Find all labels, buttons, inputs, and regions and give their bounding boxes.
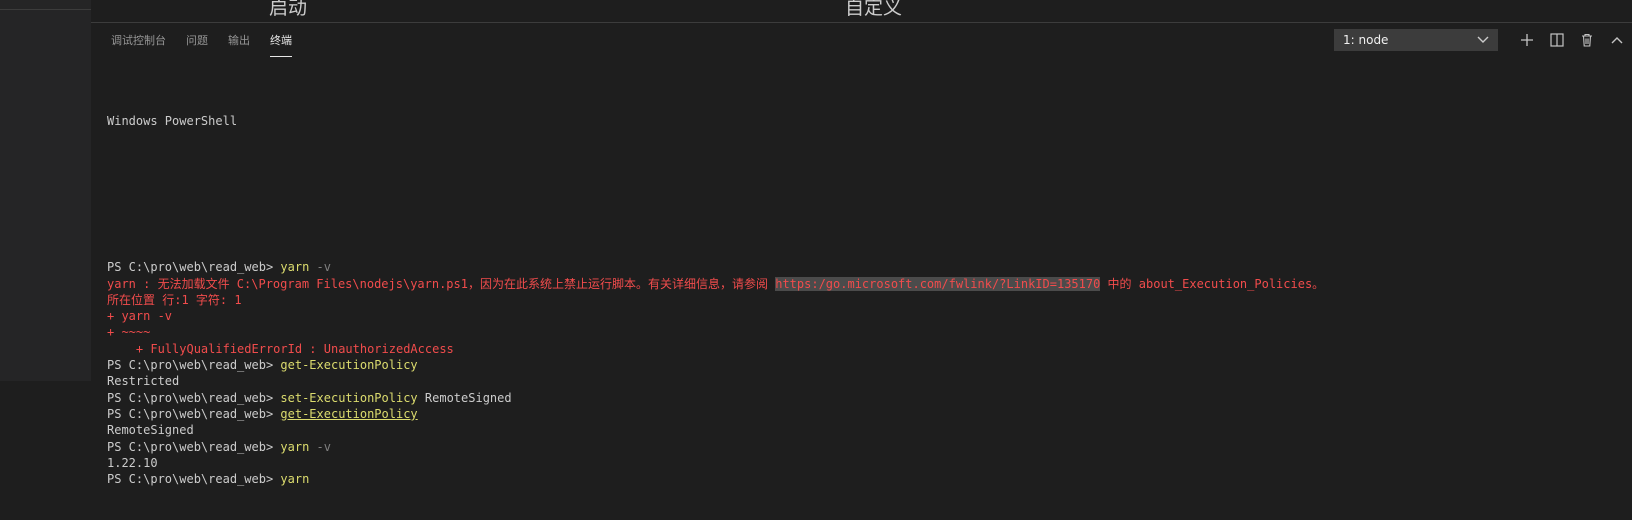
sidebar-divider	[0, 9, 91, 10]
terminal-command: yarn	[280, 260, 310, 275]
terminal-argument: -v	[309, 260, 331, 275]
terminal-error-text: 中的 about_Execution_Policies。	[1100, 276, 1325, 291]
terminal-link[interactable]: https:/go.microsoft.com/fwlink/?LinkID=1…	[775, 276, 1101, 291]
terminal-output[interactable]: Windows PowerShell PS C:\pro\web\read_we…	[107, 80, 1632, 520]
terminal-prompt: PS C:\pro\web\read_web>	[107, 406, 281, 421]
plus-icon[interactable]	[1516, 29, 1538, 51]
terminal-prompt: PS C:\pro\web\read_web>	[107, 358, 281, 373]
tab-terminal[interactable]: 终端	[270, 24, 292, 57]
terminal-error-line: + ~~~~	[107, 325, 151, 340]
terminal-prompt: PS C:\pro\web\read_web>	[107, 439, 281, 454]
terminal-prompt: PS C:\pro\web\read_web>	[107, 472, 281, 487]
terminal-command: set-ExecutionPolicy	[280, 390, 418, 405]
terminal-line: 所在位置 行:1 字符: 1	[107, 292, 1632, 308]
terminal-command: yarn	[280, 472, 310, 487]
terminal-error-text: yarn : 无法加载文件 C:\Program Files\nodejs\ya…	[107, 276, 776, 291]
editor-text-fragment-left: 启动	[269, 0, 308, 19]
terminal-prompt: PS C:\pro\web\read_web>	[107, 390, 281, 405]
terminal-error-line: + yarn -v	[107, 309, 173, 324]
terminal-line: + FullyQualifiedErrorId : UnauthorizedAc…	[107, 341, 1632, 357]
terminal-output-line: 1.22.10	[107, 455, 158, 470]
terminal-line: + yarn -v	[107, 308, 1632, 324]
terminal-argument: -v	[309, 439, 331, 454]
panel-actions: 1: node	[1334, 27, 1632, 53]
tab-output[interactable]: 输出	[228, 24, 250, 57]
terminal-command: get-ExecutionPolicy	[280, 406, 418, 421]
split-icon[interactable]	[1546, 29, 1568, 51]
terminal-line: 1.22.10	[107, 455, 1632, 471]
terminal-line: PS C:\pro\web\read_web> yarn -v	[107, 259, 1632, 275]
terminal-argument: RemoteSigned	[417, 390, 512, 405]
editor-strip: 启动 自定义	[91, 0, 1632, 22]
terminal-output-line: RemoteSigned	[107, 423, 194, 438]
terminal-line: Restricted	[107, 373, 1632, 389]
trash-icon[interactable]	[1576, 29, 1598, 51]
tab-problems[interactable]: 问题	[186, 24, 208, 57]
terminal-output-line: Restricted	[107, 374, 180, 389]
terminal-line: RemoteSigned	[107, 422, 1632, 438]
terminal-line: yarn : 无法加载文件 C:\Program Files\nodejs\ya…	[107, 276, 1632, 292]
editor-text-fragment-right: 自定义	[845, 0, 903, 19]
terminal-error-line: + FullyQualifiedErrorId : UnauthorizedAc…	[107, 341, 454, 356]
terminal-line: PS C:\pro\web\read_web> get-ExecutionPol…	[107, 406, 1632, 422]
terminal-line: PS C:\pro\web\read_web> yarn -v	[107, 439, 1632, 455]
terminal-select[interactable]: 1: node	[1334, 29, 1498, 51]
panel-tabs: 调试控制台 问题 输出 终端	[91, 23, 312, 58]
terminal-line: PS C:\pro\web\read_web> set-ExecutionPol…	[107, 390, 1632, 406]
terminal-line: PS C:\pro\web\read_web> get-ExecutionPol…	[107, 357, 1632, 373]
terminal-command: get-ExecutionPolicy	[280, 358, 418, 373]
terminal-header: Windows PowerShell	[107, 113, 238, 128]
terminal-prompt: PS C:\pro\web\read_web>	[107, 260, 281, 275]
terminal-panel: 调试控制台 问题 输出 终端 1: node Windows PowerShel…	[91, 22, 1632, 486]
terminal-line: + ~~~~	[107, 324, 1632, 340]
terminal-error-line: 所在位置 行:1 字符: 1	[107, 292, 242, 307]
chevron-up-icon[interactable]	[1606, 29, 1628, 51]
sidebar	[0, 0, 91, 381]
chevron-down-icon	[1477, 33, 1489, 47]
tab-debug-console[interactable]: 调试控制台	[111, 24, 166, 57]
terminal-select-value: 1: node	[1343, 33, 1389, 47]
terminal-command: yarn	[280, 439, 310, 454]
terminal-line: PS C:\pro\web\read_web> yarn	[107, 471, 1632, 487]
